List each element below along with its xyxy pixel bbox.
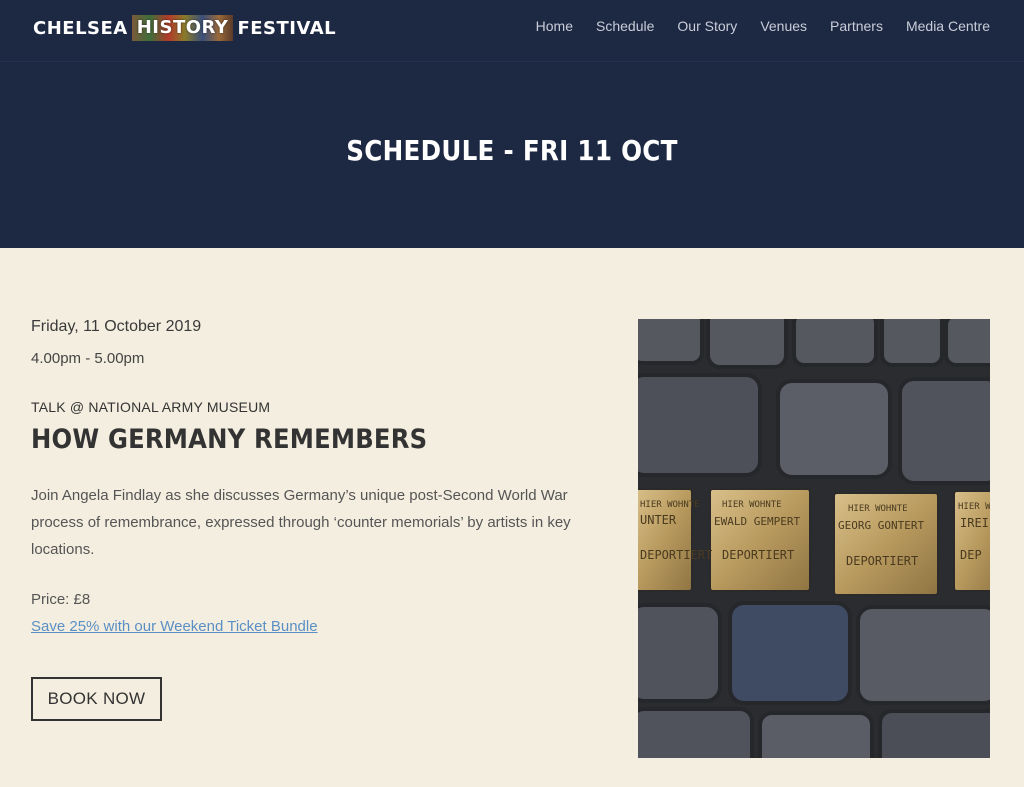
event-time: 4.00pm - 5.00pm [31, 350, 145, 367]
stone-1-line-1: HIER WOHNTE [640, 500, 700, 510]
stone-3-line-2: GEORG GONTERT [838, 519, 924, 532]
site-header: CHELSEA HISTORY FESTIVAL Home Schedule O… [0, 0, 1024, 62]
stone-4-line-1: HIER WOHNTE [958, 502, 990, 512]
stone-4-line-3: DEP [960, 548, 982, 562]
nav-venues[interactable]: Venues [737, 18, 807, 34]
nav-media-centre[interactable]: Media Centre [883, 18, 990, 34]
nav-our-story[interactable]: Our Story [654, 18, 737, 34]
stone-2-line-3: DEPORTIERT [722, 548, 794, 562]
event-type-venue: TALK @ NATIONAL ARMY MUSEUM [31, 399, 271, 415]
logo-word-festival: FESTIVAL [237, 17, 337, 39]
logo-word-history: HISTORY [136, 17, 229, 38]
stone-3-line-3: DEPORTIERT [846, 554, 918, 568]
event-date: Friday, 11 October 2019 [31, 318, 202, 335]
nav-home[interactable]: Home [513, 18, 573, 34]
event-title: HOW GERMANY REMEMBERS [31, 424, 428, 455]
stone-1-line-2: UNTER [640, 513, 677, 527]
main-nav: Home Schedule Our Story Venues Partners … [513, 18, 990, 34]
site-logo[interactable]: CHELSEA HISTORY FESTIVAL [33, 14, 336, 42]
stone-1-line-3: DEPORTIERT [640, 548, 712, 562]
event-photo-stolpersteine: HIER WOHNTE UNTER DEPORTIERT HIER WOHNTE… [638, 319, 990, 758]
stone-2-line-1: HIER WOHNTE [722, 500, 782, 510]
event-description: Join Angela Findlay as she discusses Ger… [31, 487, 571, 558]
book-now-button[interactable]: BOOK NOW [31, 677, 162, 721]
logo-word-chelsea: CHELSEA [33, 17, 128, 39]
logo-history-badge: HISTORY [131, 15, 234, 41]
event-price: Price: £8 [31, 591, 91, 608]
page-title: SCHEDULE - FRI 11 OCT [346, 134, 678, 167]
stone-3-line-1: HIER WOHNTE [848, 504, 908, 514]
stolpersteine-illustration: HIER WOHNTE UNTER DEPORTIERT HIER WOHNTE… [638, 319, 990, 758]
stone-2-line-2: EWALD GEMPERT [714, 515, 800, 528]
stone-4-line-2: IREI [960, 516, 989, 530]
page-hero: SCHEDULE - FRI 11 OCT [0, 62, 1024, 248]
nav-partners[interactable]: Partners [807, 18, 883, 34]
nav-schedule[interactable]: Schedule [573, 18, 654, 34]
ticket-bundle-link[interactable]: Save 25% with our Weekend Ticket Bundle [31, 618, 318, 635]
